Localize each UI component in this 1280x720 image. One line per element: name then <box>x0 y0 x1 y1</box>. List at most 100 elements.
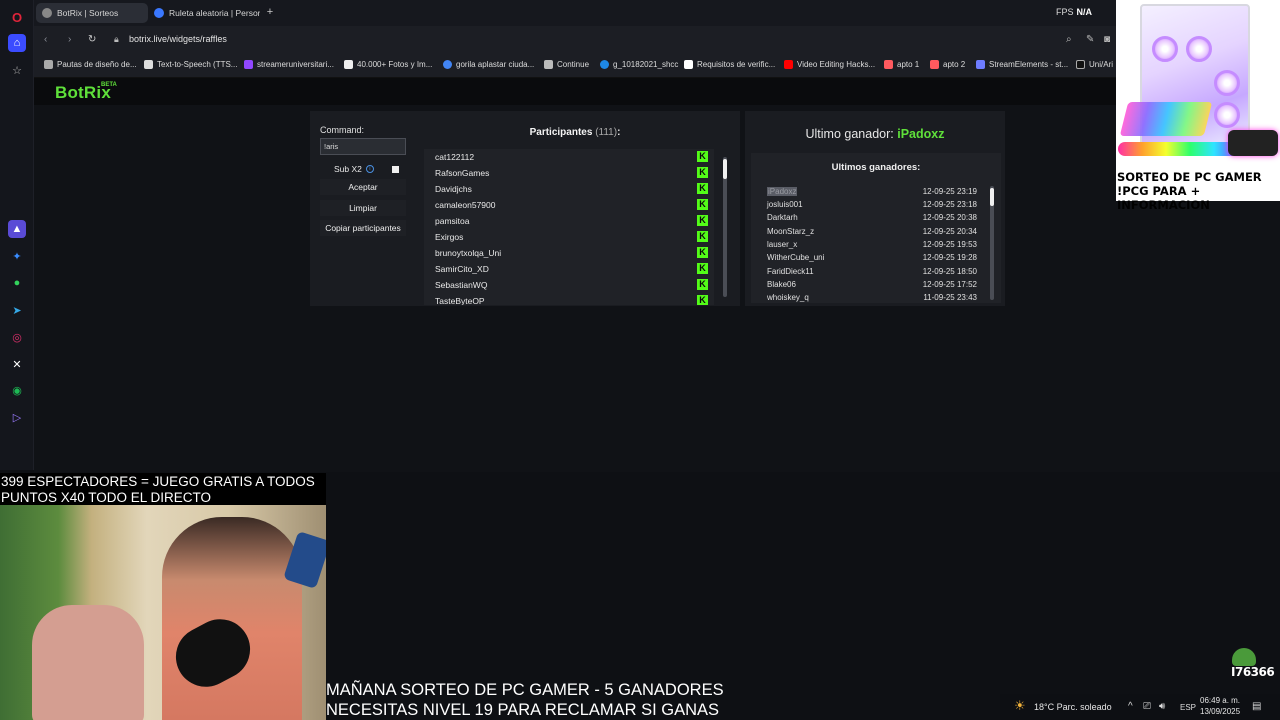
bookmark-favicon-icon <box>684 60 693 69</box>
bookmark-item[interactable]: Uni/Ari <box>1076 60 1113 69</box>
participants-scroll-thumb[interactable] <box>723 159 727 179</box>
home-icon[interactable]: ⌂ <box>8 34 26 52</box>
bookmark-favicon-icon <box>784 60 793 69</box>
participants-count: (111) <box>595 127 618 138</box>
winners-panel: Ultimo ganador: iPadoxz Ultimos ganadore… <box>745 111 1005 306</box>
instagram-icon[interactable]: ◎ <box>8 328 26 346</box>
participants-title-text: Participantes <box>529 127 593 138</box>
bookmark-label: g_10182021_shcc <box>613 60 679 69</box>
botrix-header: BotRix BETA <box>34 78 1116 105</box>
bookmark-label: StreamElements - st... <box>989 60 1069 69</box>
search-icon[interactable]: ⌕ <box>1066 34 1072 45</box>
url-field[interactable]: botrix.live/widgets/raffles <box>129 34 227 44</box>
notification-icon[interactable]: ▤ <box>1252 701 1261 712</box>
winner-name: Blake06 <box>767 280 796 289</box>
chair-shape <box>32 605 144 720</box>
volume-icon[interactable]: 🔊︎ <box>1159 701 1165 712</box>
kick-icon: K <box>697 215 708 226</box>
copy-participants-button[interactable]: Copiar participantes <box>320 220 406 236</box>
promo-line: SORTEO DE PC GAMER <box>1117 170 1262 184</box>
star-icon[interactable]: ☆ <box>8 61 26 79</box>
winner-name: whoiskey_q <box>767 293 809 302</box>
clear-button[interactable]: Limpiar <box>320 200 406 216</box>
bookmark-item[interactable]: Requisitos de verific... <box>684 60 775 69</box>
camera-icon[interactable]: ◙ <box>1104 34 1110 45</box>
command-input[interactable] <box>320 138 406 155</box>
forward-icon[interactable]: › <box>68 34 71 45</box>
bookmarks-bar: Pautas de diseño de... Text-to-Speech (T… <box>34 54 1116 78</box>
winner-name: lauser_x <box>767 240 798 249</box>
participant-row: SebastianWQ K <box>424 277 714 293</box>
back-icon[interactable]: ‹ <box>44 34 47 45</box>
promo-line: !PCG PARA + INFORMACION <box>1117 184 1210 212</box>
sub-x2-label: Sub X2 <box>334 164 362 174</box>
winner-name: FaridDieck11 <box>767 267 814 276</box>
bookmark-favicon-icon <box>976 60 985 69</box>
edit-icon[interactable]: ✎ <box>1086 34 1094 45</box>
fan-icon <box>1186 36 1212 62</box>
opera-logo-icon[interactable]: O <box>8 8 26 26</box>
tab-botrix[interactable]: BotRix | Sorteos <box>36 3 148 23</box>
bookmark-item[interactable]: apto 2 <box>930 60 965 69</box>
participants-list[interactable]: cat122112 K RafsonGames K Davidjchs K camal… <box>424 149 714 305</box>
language-indicator[interactable]: ESP <box>1180 703 1196 712</box>
winner-row: whoiskey_q 11-09-25 23:43 <box>767 293 977 303</box>
accept-button[interactable]: Aceptar <box>320 179 406 195</box>
bookmark-item[interactable]: Video Editing Hacks... <box>784 60 875 69</box>
winner-name: WitherCube_uni <box>767 253 825 262</box>
winner-name: MoonStarz_z <box>767 227 815 236</box>
telegram-icon[interactable]: ➤ <box>8 301 26 319</box>
bookmark-label: apto 2 <box>943 60 966 69</box>
bookmark-item[interactable]: streameruniversitari... <box>244 60 334 69</box>
tab-ruleta[interactable]: Ruleta aleatoria | Personal <box>148 3 260 23</box>
winner-date: 12-09-25 23:19 <box>922 187 977 196</box>
weather-icon[interactable]: ☀ <box>1014 698 1026 714</box>
webcam-feed <box>0 505 326 720</box>
taskbar-clock[interactable]: 06:49 a. m. 13/09/2025 <box>1200 695 1240 717</box>
kick-icon: K <box>697 279 708 290</box>
overlay-badge: I76366 <box>1231 665 1275 679</box>
promo-text: SORTEO DE PC GAMER !PCG PARA + INFORMACI… <box>1117 170 1280 212</box>
x-icon[interactable]: ✕ <box>8 355 26 373</box>
messenger-icon[interactable]: ✦ <box>8 247 26 265</box>
bookmark-item[interactable]: g_10182021_shcc <box>600 60 678 69</box>
winners-scroll-thumb[interactable] <box>990 188 994 206</box>
bookmark-item[interactable]: Continue <box>544 60 589 69</box>
sub-x2-checkbox[interactable] <box>392 166 399 173</box>
info-icon[interactable]: i <box>365 165 374 173</box>
winner-row: WitherCube_uni 12-09-25 19:28 <box>767 253 977 266</box>
recent-winners-box[interactable]: Ultimos ganadores: iPadoxz 12-09-25 23:19… <box>751 153 1001 303</box>
kick-icon: K <box>697 167 708 178</box>
bookmark-item[interactable]: StreamElements - st... <box>976 60 1068 69</box>
whatsapp-icon[interactable]: ● <box>8 274 26 292</box>
rgb-keyboard-image <box>1119 102 1213 136</box>
bookmark-item[interactable]: gorila aplastar ciuda... <box>443 60 534 69</box>
bookmark-item[interactable]: Text-to-Speech (TTS... <box>144 60 237 69</box>
bookmark-item[interactable]: Pautas de diseño de... <box>44 60 137 69</box>
participant-row: cat122112 K <box>424 149 714 165</box>
bookmark-label: Continue <box>557 60 590 69</box>
network-icon[interactable]: ⎚ <box>1143 701 1151 712</box>
bookmark-favicon-icon <box>930 60 939 69</box>
winner-row: MoonStarz_z 12-09-25 20:34 <box>767 227 977 240</box>
participant-row: Davidjchs K <box>424 181 714 197</box>
weather-text[interactable]: 18°C Parc. soleado <box>1034 702 1112 712</box>
tab-label: Ruleta aleatoria | Personal <box>169 8 260 18</box>
mousepad-image <box>1228 130 1278 156</box>
spotify-icon[interactable]: ◉ <box>8 381 26 399</box>
player-icon[interactable]: ▷ <box>8 408 26 426</box>
bookmark-label: gorila aplastar ciuda... <box>456 60 535 69</box>
reload-icon[interactable]: ↻ <box>88 34 96 45</box>
bookmark-label: Uni/Ari <box>1089 60 1114 69</box>
chevron-up-icon[interactable]: ^ <box>1128 701 1133 712</box>
aria-icon[interactable]: ▲ <box>8 220 26 238</box>
new-tab-plus-icon[interactable]: + <box>264 6 276 18</box>
bookmark-item[interactable]: apto 1 <box>884 60 919 69</box>
bookmark-favicon-icon <box>244 60 253 69</box>
caption-line: PUNTOS X40 TODO EL DIRECTO <box>1 490 212 505</box>
participant-row: Exirgos K <box>424 229 714 245</box>
participant-name: Davidjchs <box>435 184 472 194</box>
tab-label: BotRix | Sorteos <box>57 8 119 18</box>
winner-name: josluis001 <box>767 200 803 209</box>
bookmark-item[interactable]: 40.000+ Fotos y Im... <box>344 60 432 69</box>
